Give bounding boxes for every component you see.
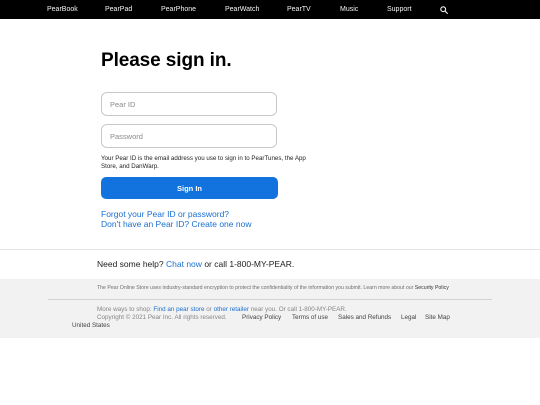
shop-suffix: near you. Or call 1-800-MY-PEAR.: [250, 306, 347, 313]
password-input[interactable]: [101, 124, 277, 148]
footer: The Pear Online Store uses industry-stan…: [0, 279, 540, 338]
nav-item-music[interactable]: Music: [340, 0, 358, 19]
shop-or: or: [206, 306, 212, 313]
sign-in-button[interactable]: Sign In: [101, 177, 278, 199]
help-suffix: or call 1-800-MY-PEAR.: [204, 259, 295, 269]
region-selector[interactable]: United States: [72, 322, 110, 329]
nav-item-pearbook[interactable]: PearBook: [47, 0, 78, 19]
privacy-policy-link[interactable]: Privacy Policy: [242, 314, 281, 321]
pear-id-help-text: Your Pear ID is the email address you us…: [101, 155, 306, 170]
help-bar: Need some help? Chat now or call 1-800-M…: [97, 259, 294, 269]
terms-of-use-link[interactable]: Terms of use: [292, 314, 328, 321]
legal-link[interactable]: Legal: [401, 314, 416, 321]
nav-item-pearphone[interactable]: PearPhone: [161, 0, 196, 19]
nav-item-pearwatch[interactable]: PearWatch: [225, 0, 259, 19]
chat-now-link[interactable]: Chat now: [166, 259, 202, 269]
find-store-link[interactable]: Find an pear store: [153, 306, 204, 313]
shop-prefix: More ways to shop:: [97, 306, 152, 313]
nav-item-peartv[interactable]: PearTV: [287, 0, 311, 19]
sales-refunds-link[interactable]: Sales and Refunds: [338, 314, 391, 321]
security-policy-link[interactable]: Security Policy: [415, 285, 449, 291]
page-title: Please sign in.: [101, 50, 232, 71]
nav-item-support[interactable]: Support: [387, 0, 412, 19]
forgot-password-link[interactable]: Forgot your Pear ID or password?: [101, 209, 229, 219]
more-ways-to-shop: More ways to shop: Find an pear store or…: [97, 306, 347, 313]
encryption-text: The Pear Online Store uses industry-stan…: [97, 285, 414, 291]
encryption-notice: The Pear Online Store uses industry-stan…: [97, 285, 449, 291]
create-account-link[interactable]: Don't have an Pear ID? Create one now: [101, 219, 251, 229]
top-nav: PearBook PearPad PearPhone PearWatch Pea…: [0, 0, 540, 19]
divider: [0, 249, 540, 250]
copyright: Copyright © 2021 Pear Inc. All rights re…: [97, 314, 227, 321]
nav-item-pearpad[interactable]: PearPad: [105, 0, 132, 19]
pear-id-input[interactable]: [101, 92, 277, 116]
help-prefix: Need some help?: [97, 259, 164, 269]
footer-divider: [48, 299, 492, 300]
search-icon[interactable]: [440, 6, 448, 14]
retailer-link[interactable]: other retailer: [214, 306, 249, 313]
site-map-link[interactable]: Site Map: [425, 314, 450, 321]
